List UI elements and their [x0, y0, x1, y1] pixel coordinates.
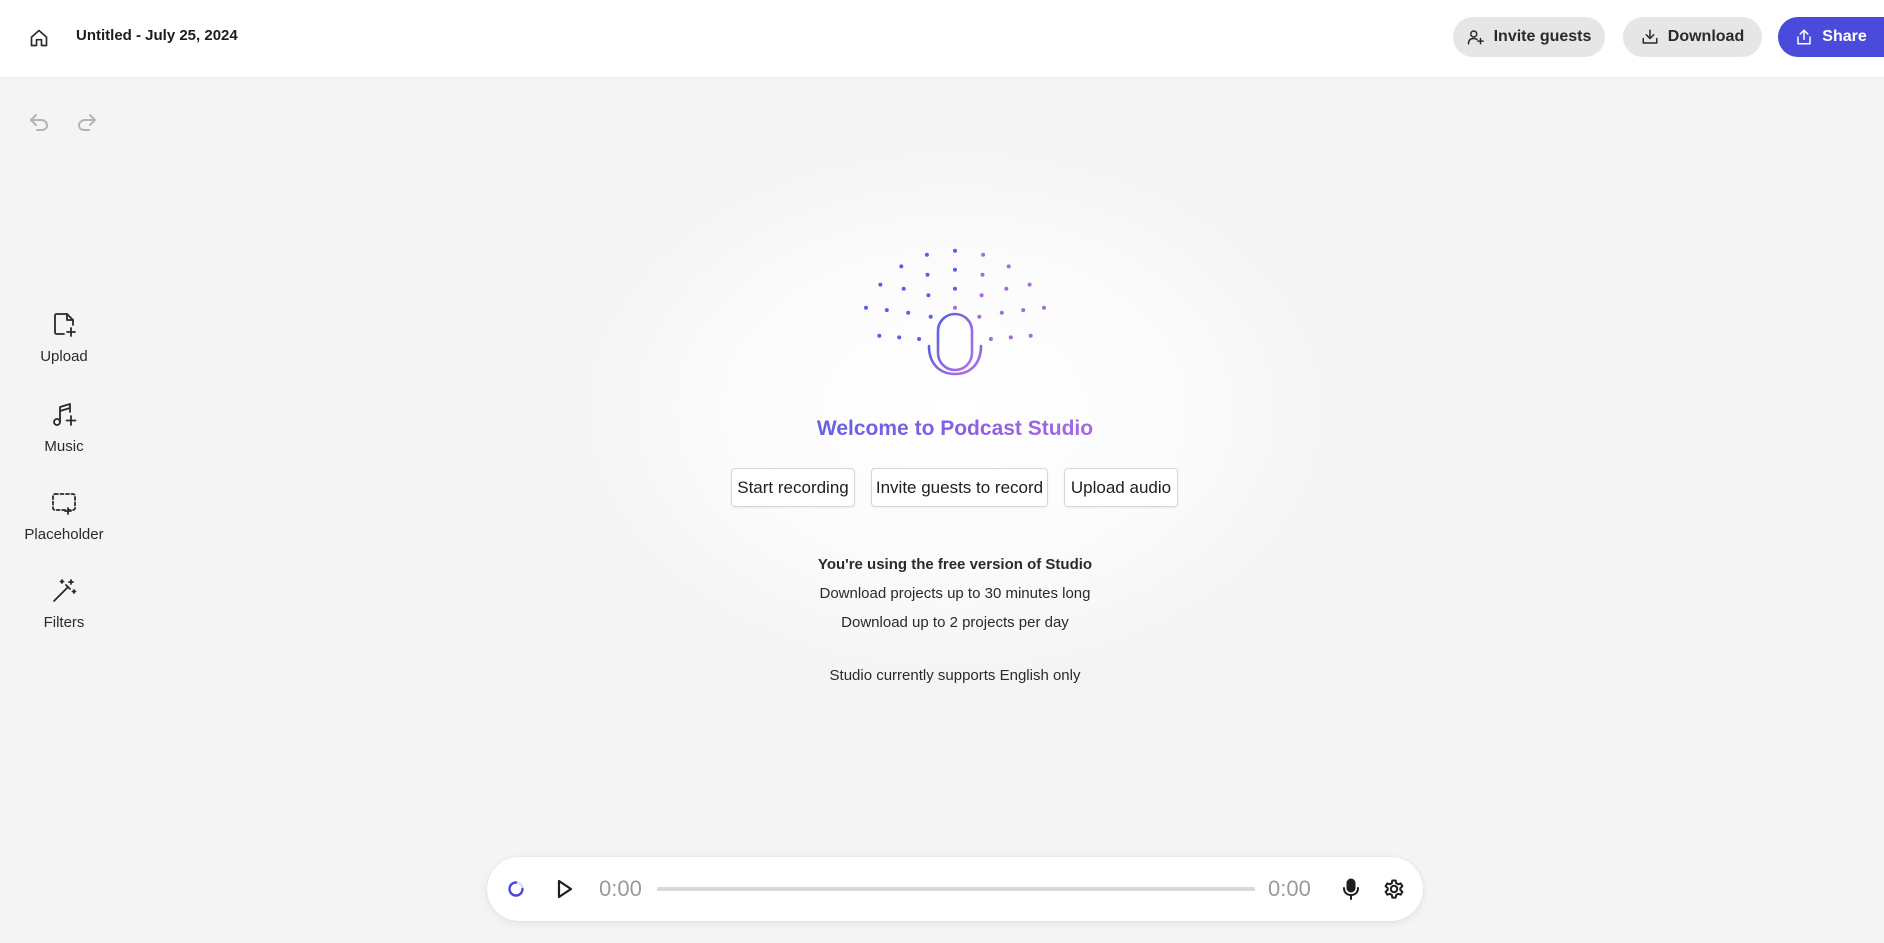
undo-button[interactable]	[27, 110, 51, 134]
undo-icon	[30, 114, 48, 131]
free-version-heading: You're using the free version of Studio	[817, 556, 1093, 573]
sound-dot	[864, 305, 868, 310]
tool-placeholder-label: Placeholder	[24, 526, 104, 543]
sound-dot	[1006, 264, 1011, 269]
microphone-button[interactable]	[1339, 877, 1363, 901]
sound-dot	[953, 305, 957, 310]
dashed-box-plus-icon	[52, 493, 76, 515]
sound-dot	[1028, 333, 1033, 338]
tool-music[interactable]: Music	[0, 400, 128, 455]
tool-placeholder[interactable]: Placeholder	[0, 488, 128, 543]
settings-button[interactable]	[1382, 877, 1406, 901]
current-time: 0:00	[599, 876, 642, 901]
limit-duration-text: Download projects up to 30 minutes long	[819, 585, 1091, 602]
magic-wand-icon	[53, 579, 77, 602]
sound-dot	[999, 310, 1004, 315]
share-label: Share	[1822, 28, 1867, 45]
sound-dot	[926, 293, 931, 298]
tool-filters[interactable]: Filters	[0, 576, 128, 631]
sound-dot	[897, 335, 902, 340]
project-title[interactable]: Untitled - July 25, 2024	[76, 27, 238, 44]
microphone-icon	[927, 312, 983, 394]
download-label: Download	[1667, 28, 1745, 45]
home-icon	[30, 29, 48, 47]
user-plus-icon	[1467, 30, 1484, 45]
share-icon	[1797, 29, 1812, 45]
limit-count-text: Download up to 2 projects per day	[841, 614, 1069, 631]
sound-dot	[979, 293, 984, 298]
sound-dot	[924, 252, 929, 257]
sound-dot	[953, 286, 957, 291]
sound-dot	[901, 286, 906, 291]
microphone-illustration	[864, 248, 1046, 394]
redo-button[interactable]	[75, 110, 99, 134]
sound-dot	[878, 282, 883, 287]
sound-dot	[899, 264, 904, 269]
sound-dot	[917, 337, 922, 341]
sound-wave-dots	[864, 248, 1046, 341]
welcome-heading: Welcome to Podcast Studio	[755, 417, 1155, 441]
top-bar: Untitled - July 25, 2024 Invite guests D…	[0, 0, 1884, 78]
gear-icon	[1384, 879, 1404, 899]
loading-spinner-icon	[508, 881, 524, 897]
sound-dot	[925, 272, 930, 277]
upload-audio-button[interactable]: Upload audio	[1064, 468, 1178, 507]
home-button[interactable]	[26, 25, 52, 51]
tool-upload[interactable]: Upload	[0, 310, 128, 365]
file-plus-icon	[54, 313, 76, 337]
sound-dot	[981, 252, 986, 257]
sound-dot	[1004, 286, 1009, 291]
timeline-scrubber[interactable]	[657, 887, 1255, 891]
tool-filters-label: Filters	[43, 614, 85, 631]
music-plus-icon	[53, 403, 77, 426]
start-recording-button[interactable]: Start recording	[731, 468, 855, 507]
play-icon	[557, 879, 573, 899]
download-button[interactable]: Download	[1623, 17, 1762, 57]
sound-dot	[884, 308, 889, 313]
sound-dot	[1042, 305, 1046, 310]
sound-dot	[877, 333, 882, 338]
center-glow	[555, 130, 1355, 690]
sound-dot	[953, 248, 957, 253]
playback-bar: 0:00 0:00	[487, 857, 1423, 921]
tool-upload-label: Upload	[40, 348, 88, 365]
sound-dot	[928, 314, 933, 319]
sound-dot	[977, 314, 982, 319]
play-button[interactable]	[552, 877, 576, 901]
sound-dot	[988, 337, 993, 341]
share-button[interactable]: Share	[1778, 17, 1884, 57]
invite-guests-button[interactable]: Invite guests	[1453, 17, 1605, 57]
sound-dot	[1008, 335, 1013, 340]
invite-guests-to-record-button[interactable]: Invite guests to record	[871, 468, 1048, 507]
sound-dot	[1027, 282, 1032, 287]
redo-icon	[78, 114, 96, 131]
sound-dot	[980, 272, 985, 277]
sound-dot	[953, 267, 957, 272]
tool-music-label: Music	[44, 438, 84, 455]
invite-guests-label: Invite guests	[1493, 28, 1592, 45]
download-icon	[1642, 29, 1658, 44]
total-time: 0:00	[1268, 876, 1311, 901]
microphone-small-icon	[1343, 878, 1359, 900]
sound-dot	[1021, 308, 1026, 313]
language-note: Studio currently supports English only	[829, 667, 1081, 684]
sound-dot	[906, 310, 911, 315]
